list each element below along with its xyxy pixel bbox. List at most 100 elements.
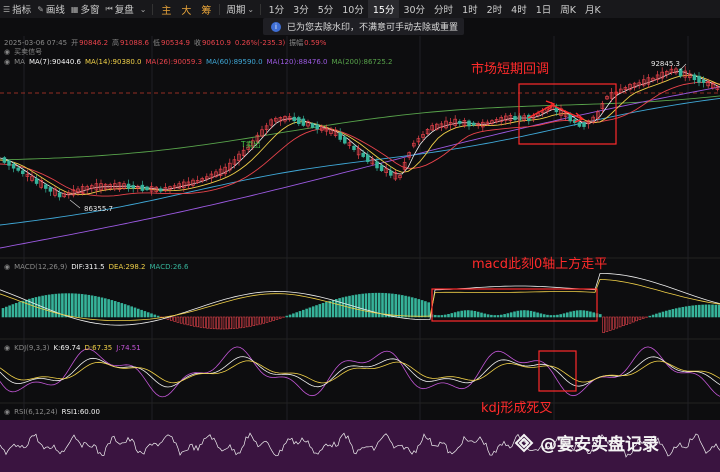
period-2h[interactable]: 2时 [482, 0, 507, 18]
macd-histogram-bar [71, 293, 74, 318]
indicator-button[interactable]: ☰ 指标 [0, 0, 34, 18]
chevron-down-icon: ⌄ [139, 4, 147, 14]
macd-histogram-bar [262, 316, 266, 324]
period-5m[interactable]: 5分 [313, 0, 338, 18]
ma-legend-item: MA(14):90380.0 [85, 57, 142, 66]
chart-canvas[interactable]: 92845.3 86355.7 T卖出 [0, 0, 720, 472]
macd-histogram-bar [24, 299, 28, 318]
macd-histogram-bar [255, 316, 259, 326]
macd-histogram-bar [648, 315, 652, 318]
macd-histogram-bar [697, 304, 701, 318]
candle-body [697, 75, 701, 83]
macd-histogram-bar [325, 301, 328, 318]
top-toolbar: ☰ 指标 ✎ 画线 ▦ 多窗 ⏮ 复盘 ⌄ 主 大 筹 周期 ⌄ 1分 3分 5分 10分… [0, 0, 720, 18]
indicator-label: 指标 [12, 5, 32, 16]
macd-histogram-bar [14, 303, 18, 318]
macd-histogram-bar [506, 313, 510, 318]
macd-histogram-bar [391, 293, 394, 318]
candle-body [21, 170, 25, 175]
kdj-legend-row[interactable]: ◉ KDJ(9,3,3) K:69.74 D:67.35 J:74.51 [4, 343, 145, 352]
macd-histogram-bar [453, 312, 457, 318]
macd-panel [0, 273, 720, 333]
annotation-middle: macd此刻0轴上方走平 [472, 257, 608, 272]
macd-histogram-bar [272, 316, 275, 321]
period-1d[interactable]: 1日 [531, 0, 556, 18]
period-timeshare[interactable]: 分时 [430, 0, 458, 18]
candle-body [513, 116, 517, 120]
candle-body [16, 167, 20, 171]
cycle-button[interactable]: 周期 ⌄ [223, 0, 257, 18]
kdj-d: D:67.35 [84, 343, 113, 352]
macd-histogram-bar [74, 293, 77, 318]
macd-histogram-bar [268, 316, 272, 322]
period-1h[interactable]: 1时 [458, 0, 483, 18]
macd-histogram-bar [688, 305, 691, 318]
macd-histogram-bar [460, 310, 464, 318]
macd-histogram-bar [104, 298, 107, 318]
multi-window-button[interactable]: ▦ 多窗 [68, 0, 103, 18]
macd-histogram-bar [153, 314, 157, 318]
high-label: 高 [112, 38, 120, 47]
period-4h[interactable]: 4时 [507, 0, 532, 18]
ma-lines [0, 70, 720, 249]
macd-histogram-bar [585, 310, 589, 318]
period-week[interactable]: 周K [556, 0, 581, 18]
kdj-panel [0, 346, 720, 398]
macd-histogram-bar [94, 296, 97, 318]
macd-histogram-bar [542, 314, 546, 318]
candle-body [375, 161, 379, 169]
macd-histogram-bar [397, 294, 401, 318]
main-chart-toggle[interactable]: 主 [156, 2, 176, 17]
ma-legend-item: MA(200):86725.2 [331, 57, 393, 66]
period-30m[interactable]: 30分 [399, 0, 430, 18]
macd-histogram-bar [203, 316, 206, 329]
macd-histogram-bar [513, 311, 516, 318]
macd-histogram-bar [219, 316, 223, 330]
replay-button[interactable]: ⏮ 复盘 [102, 0, 136, 18]
candle-body [310, 123, 315, 128]
candle-body [471, 122, 476, 126]
period-3m[interactable]: 3分 [289, 0, 314, 18]
period-month[interactable]: 月K [580, 0, 605, 18]
macd-histogram-bar [565, 312, 569, 318]
chips-toggle[interactable]: 筹 [196, 2, 216, 17]
buy-sell-row[interactable]: ◉ 买卖信号 [4, 47, 46, 56]
rsi-legend-row[interactable]: ◉ RSI(6,12,24) RSI1:60.00 [4, 407, 104, 416]
kdj-k: K:69.74 [53, 343, 81, 352]
toolbar-divider [219, 3, 221, 15]
macd-histogram-bar [490, 314, 493, 318]
candlestick-series [2, 63, 720, 209]
more-button[interactable]: ⌄ [137, 0, 150, 18]
macd-legend-row[interactable]: ◉ MACD(12,26,9) DIF:311.5 DEA:298.2 MACD… [4, 262, 192, 271]
annotation-box-bottom [538, 350, 577, 392]
period-1m[interactable]: 1分 [264, 0, 289, 18]
macd-histogram-bar [532, 311, 536, 318]
macd-histogram-bar [348, 295, 351, 318]
macd-histogram-bar [199, 316, 203, 328]
macd-histogram-bar [354, 294, 358, 318]
macd-histogram-bar [631, 316, 635, 323]
kdj-j-line [0, 346, 720, 398]
macd-histogram-bar [288, 314, 292, 318]
macd-histogram-bar [536, 312, 539, 318]
macd-histogram-bar [674, 308, 678, 318]
macd-histogram-bar [206, 316, 209, 329]
watermark-removed-toast[interactable]: i 已为您去除水印，不满意可手动去除或重置 [263, 18, 464, 35]
candle-body [389, 170, 393, 176]
macd-histogram-bar [229, 316, 232, 330]
eye-icon: ◉ [4, 57, 11, 66]
rsi-name: RSI(6,12,24) [14, 407, 58, 416]
macd-histogram-bar [466, 310, 470, 318]
ma-legend-row[interactable]: ◉ MA MA(7):90440.6 MA(14):90380.0 MA(26):9… [4, 57, 400, 66]
candle-body [44, 184, 48, 189]
macd-histogram-bar [622, 316, 625, 326]
draw-button[interactable]: ✎ 画线 [34, 0, 68, 18]
period-15m[interactable]: 15分 [368, 0, 399, 18]
candle-body [582, 122, 586, 127]
candle-body [140, 184, 145, 191]
period-10m[interactable]: 10分 [338, 0, 369, 18]
low-marker [69, 199, 81, 209]
big-order-toggle[interactable]: 大 [176, 2, 196, 17]
macd-histogram-bar [361, 293, 365, 318]
macd-histogram-bar [21, 300, 25, 318]
